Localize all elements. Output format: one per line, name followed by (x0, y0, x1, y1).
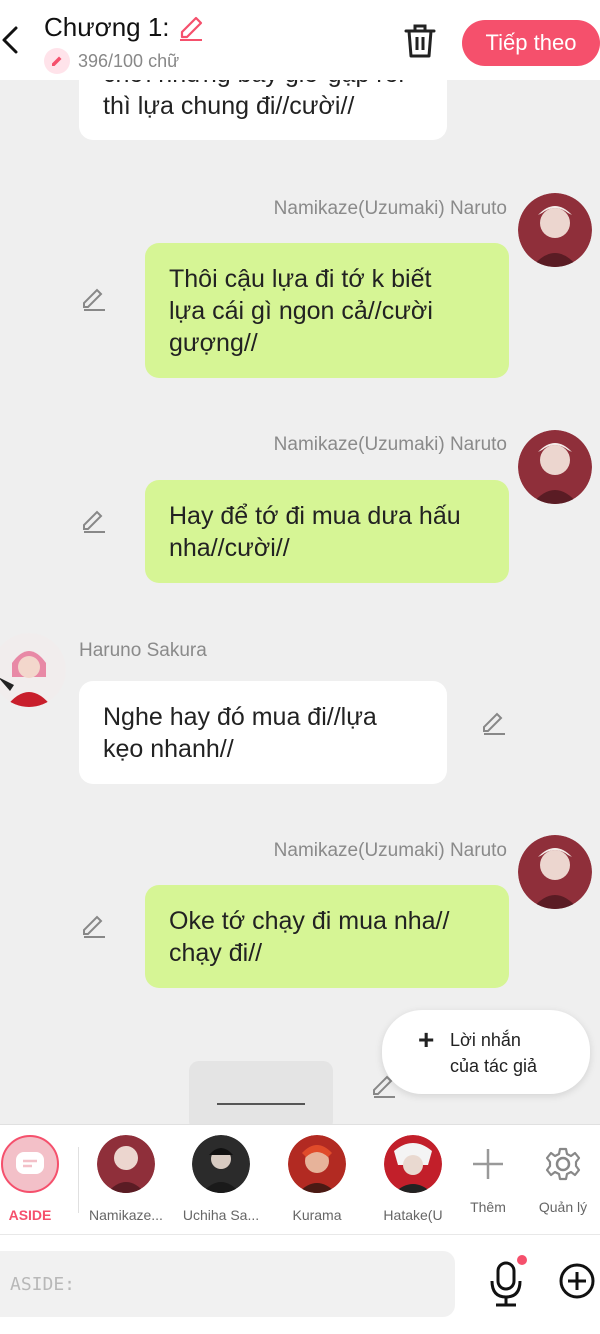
message-bubble[interactable]: Thôi cậu lựa đi tớ k biết lựa cái gì ngo… (145, 243, 509, 378)
message-bubble[interactable]: chơi nhưng bây giờ gặp rồi thì lựa chung… (79, 80, 447, 140)
author-note-button[interactable]: + Lời nhắn của tác giả (382, 1010, 590, 1094)
speaker-name: Namikaze(Uzumaki) Naruto (273, 198, 507, 219)
speaker-name: Haruno Sakura (79, 640, 207, 661)
chapter-title-text: Chương 1: (44, 12, 170, 42)
input-bar (0, 1234, 600, 1334)
character-uchiha[interactable]: Uchiha Sa... (173, 1135, 269, 1223)
avatar[interactable] (518, 430, 592, 504)
character-bar: ASIDE Namikaze... Uchiha Sa... Kurama Ha… (0, 1124, 600, 1234)
message-line: Oke tớ chạy đi mua nha// (169, 907, 450, 935)
message-line: Nghe hay đó mua đi//lựa (103, 703, 377, 731)
avatar (288, 1135, 346, 1193)
edit-title-icon[interactable] (176, 13, 206, 43)
edit-message-icon[interactable] (80, 285, 108, 313)
character-label: ASIDE (8, 1207, 52, 1223)
aside-placeholder-line (217, 1103, 305, 1105)
message-line: Hay để tớ đi mua dưa hấu (169, 502, 461, 530)
message-line: Thôi cậu lựa đi tớ k biết (169, 265, 432, 293)
message-line: kẹo nhanh// (103, 735, 234, 763)
avatar (192, 1135, 250, 1193)
message-input[interactable] (0, 1251, 455, 1317)
speaker-name: Namikaze(Uzumaki) Naruto (273, 434, 507, 455)
edit-message-icon[interactable] (80, 507, 108, 535)
notification-dot (517, 1255, 527, 1265)
message-line: nha//cười// (169, 534, 290, 562)
character-label: Kurama (292, 1207, 342, 1223)
avatar (384, 1135, 442, 1193)
message-line: thì lựa chung đi//cười// (103, 92, 355, 120)
word-count-text: 396/100 chữ (78, 50, 180, 71)
next-button[interactable]: Tiếp theo (462, 20, 600, 66)
edit-message-icon[interactable] (480, 709, 508, 737)
message-line: chạy đi// (169, 939, 263, 967)
message-bubble[interactable]: Hay để tớ đi mua dưa hấu nha//cười// (145, 480, 509, 583)
avatar (97, 1135, 155, 1193)
message-line: chơi nhưng bây giờ gặp rồi (103, 80, 423, 90)
plus-icon (459, 1135, 517, 1193)
aside-card[interactable] (189, 1061, 333, 1124)
add-circle-icon[interactable] (559, 1263, 595, 1299)
chat-area[interactable]: chơi nhưng bây giờ gặp rồi thì lựa chung… (0, 80, 600, 1124)
word-count: 396/100 chữ (44, 48, 179, 74)
character-label: Quản lý (538, 1199, 588, 1215)
speaker-name: Namikaze(Uzumaki) Naruto (273, 840, 507, 861)
avatar[interactable] (0, 633, 66, 707)
microphone-icon[interactable] (486, 1259, 526, 1309)
trash-icon[interactable] (402, 22, 438, 60)
back-arrow-icon[interactable] (0, 22, 24, 58)
edit-message-icon[interactable] (80, 912, 108, 940)
character-naruto[interactable]: Namikaze... (78, 1135, 174, 1223)
plus-icon: + (418, 1024, 435, 1055)
character-kurama[interactable]: Kurama (269, 1135, 365, 1223)
character-aside[interactable]: ASIDE (0, 1135, 78, 1223)
message-line: gượng// (169, 329, 258, 357)
message-line: lựa cái gì ngon cả//cười (169, 297, 433, 325)
character-label: Uchiha Sa... (182, 1207, 260, 1223)
author-note-label: của tác giả (450, 1056, 538, 1076)
chapter-title[interactable]: Chương 1: (44, 12, 206, 43)
avatar[interactable] (518, 835, 592, 909)
gear-icon (534, 1135, 592, 1193)
character-label: Namikaze... (89, 1207, 163, 1223)
aside-chat-icon (1, 1135, 59, 1193)
top-bar: Chương 1: 396/100 chữ Tiếp theo (0, 0, 600, 80)
avatar[interactable] (518, 193, 592, 267)
manage-button[interactable]: Quản lý (515, 1135, 600, 1215)
message-bubble[interactable]: Oke tớ chạy đi mua nha// chạy đi// (145, 885, 509, 988)
message-bubble[interactable]: Nghe hay đó mua đi//lựa kẹo nhanh// (79, 681, 447, 784)
author-note-label: Lời nhắn (450, 1030, 521, 1050)
pen-icon (44, 48, 70, 74)
